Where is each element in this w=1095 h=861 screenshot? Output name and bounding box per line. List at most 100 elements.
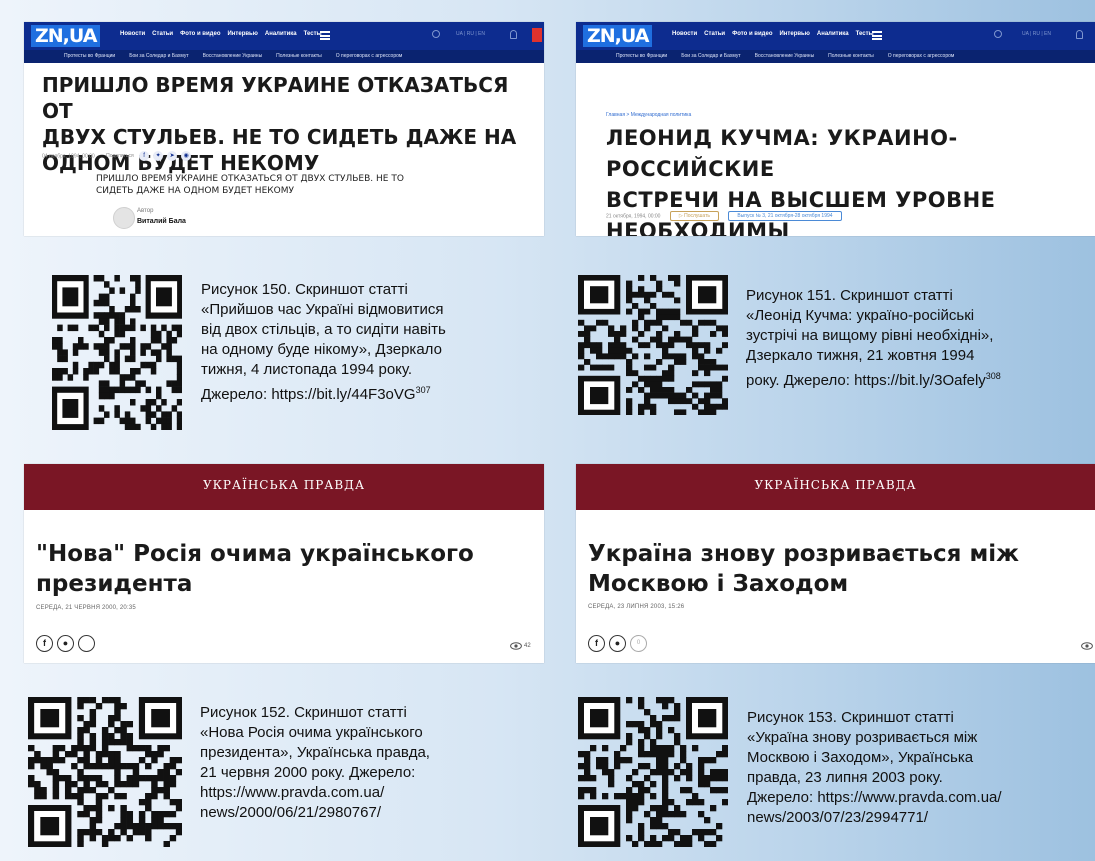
qr-module xyxy=(150,411,157,418)
qr-module xyxy=(632,721,639,728)
zn-nav-item[interactable]: Новости xyxy=(120,31,145,37)
qr-module xyxy=(145,835,152,842)
twitter-icon[interactable]: ✦ xyxy=(153,151,164,161)
language-switcher[interactable]: UA | RU | EN xyxy=(456,31,485,37)
qr-module xyxy=(114,757,121,764)
qr-module xyxy=(722,398,728,405)
notification-icon[interactable] xyxy=(532,28,542,42)
qr-module xyxy=(130,355,136,363)
zn-subnav-item[interactable]: Протесты во Франции xyxy=(64,50,115,63)
qr-module xyxy=(638,763,645,770)
qr-module xyxy=(104,318,110,325)
zn-logo[interactable]: ZN,UA xyxy=(31,25,101,47)
zn-nav-item[interactable]: Статьи xyxy=(152,31,173,37)
author-avatar xyxy=(113,207,135,229)
qr-module xyxy=(638,829,645,836)
qr-module xyxy=(710,787,717,794)
zn-subnav-item[interactable]: Восстановление Украины xyxy=(755,50,815,63)
qr-module xyxy=(710,841,717,847)
qr-module xyxy=(119,386,126,394)
menu-icon[interactable] xyxy=(872,31,882,40)
qr-module xyxy=(710,381,717,388)
qr-module xyxy=(175,769,182,776)
qr-module xyxy=(40,787,47,794)
qr-code[interactable] xyxy=(28,697,182,847)
zn-subnav-item[interactable]: Бои за Соледар и Бахмут xyxy=(681,50,740,63)
qr-module xyxy=(662,697,669,704)
qr-module xyxy=(130,386,136,394)
zn-nav-item[interactable]: Аналитика xyxy=(817,31,849,37)
language-switcher[interactable]: UA | RU | EN xyxy=(1022,31,1051,37)
zn-nav-item[interactable]: Аналитика xyxy=(265,31,297,37)
zn-subnav-item[interactable]: О переговорах с агрессором xyxy=(888,50,955,63)
qr-module xyxy=(638,308,645,315)
qr-module xyxy=(157,745,164,752)
user-icon[interactable] xyxy=(510,30,517,39)
facebook-icon[interactable]: f xyxy=(139,151,150,161)
pravda-logo[interactable]: УКРАЇНСЬКА ПРАВДА xyxy=(576,478,1095,492)
qr-module xyxy=(638,291,645,298)
search-icon[interactable] xyxy=(994,30,1002,38)
qr-module xyxy=(98,417,105,425)
zn-subnav-item[interactable]: О переговорах с агрессором xyxy=(336,50,403,63)
zn-logo[interactable]: ZN,UA xyxy=(583,25,653,47)
zn-subnav-item[interactable]: Восстановление Украины xyxy=(203,50,263,63)
qr-module xyxy=(95,811,103,818)
qr-module xyxy=(662,775,669,782)
zn-subnav-item[interactable]: Протесты во Франции xyxy=(616,50,667,63)
qr-code[interactable] xyxy=(578,697,728,847)
zn-header: ZN,UA Новости Статьи Фото и видео Интерв… xyxy=(24,22,544,50)
facebook-icon[interactable]: f xyxy=(36,635,53,652)
caption-line: зустрічі на вищому рівні необхідні», xyxy=(746,327,994,344)
qr-module xyxy=(77,703,84,710)
qr-module xyxy=(101,733,109,740)
comments-icon[interactable]: 0 xyxy=(630,635,647,652)
screenshot-zn-article-2: ZN,UA Новости Статьи Фото и видео Интерв… xyxy=(576,22,1095,236)
zn-nav-item[interactable]: Интервью xyxy=(779,31,809,37)
zn-subnav-item[interactable]: Полезные контакты xyxy=(276,50,322,63)
zn-nav-item[interactable]: Интервью xyxy=(227,31,257,37)
qr-module xyxy=(109,306,115,313)
qr-module xyxy=(710,409,717,415)
qr-module xyxy=(98,361,105,369)
qr-module xyxy=(166,349,172,356)
twitter-icon[interactable]: ● xyxy=(57,635,74,652)
qr-code[interactable] xyxy=(578,275,728,415)
qr-module xyxy=(668,715,675,722)
caption-line: Рисунок 152. Скриншот статті xyxy=(200,704,407,721)
qr-module xyxy=(656,308,663,315)
search-icon[interactable] xyxy=(432,30,440,38)
zn-nav-item[interactable]: Новости xyxy=(672,31,697,37)
author-name[interactable]: Виталий Бала xyxy=(137,218,186,225)
zn-nav-item[interactable]: Статьи xyxy=(704,31,725,37)
comments-icon[interactable] xyxy=(78,635,95,652)
issue-badge[interactable]: Выпуск № 3, 21 октября-28 октября 1994 xyxy=(728,211,842,221)
zn-nav-item[interactable]: Тесты xyxy=(856,31,874,37)
breadcrumb[interactable]: Главная > Международная политика xyxy=(606,112,691,118)
user-icon[interactable] xyxy=(1076,30,1083,39)
viber-icon[interactable]: ◉ xyxy=(181,151,192,161)
qr-module xyxy=(716,823,723,830)
qr-module xyxy=(638,793,645,800)
qr-module xyxy=(58,745,66,752)
zn-subnav-item[interactable]: Бои за Соледар и Бахмут xyxy=(129,50,188,63)
zn-nav-item[interactable]: Фото и видео xyxy=(180,31,220,37)
facebook-icon[interactable]: f xyxy=(588,635,605,652)
zn-nav-item[interactable]: Тесты xyxy=(304,31,322,37)
telegram-icon[interactable]: ➤ xyxy=(167,151,178,161)
qr-module xyxy=(120,733,127,740)
qr-module xyxy=(104,299,110,307)
qr-module xyxy=(626,286,633,293)
zn-nav-item[interactable]: Фото и видео xyxy=(732,31,772,37)
listen-button[interactable]: ▷ Послушать xyxy=(669,211,719,221)
zn-subnav-item[interactable]: Полезные контакты xyxy=(828,50,874,63)
qr-module xyxy=(710,829,717,836)
menu-icon[interactable] xyxy=(320,31,330,40)
pravda-logo[interactable]: УКРАЇНСЬКА ПРАВДА xyxy=(24,478,544,492)
qr-module xyxy=(52,757,60,764)
qr-module xyxy=(166,380,172,387)
qr-module xyxy=(163,841,170,847)
twitter-icon[interactable]: ● xyxy=(609,635,626,652)
qr-module xyxy=(120,817,127,824)
qr-code[interactable] xyxy=(52,275,182,430)
